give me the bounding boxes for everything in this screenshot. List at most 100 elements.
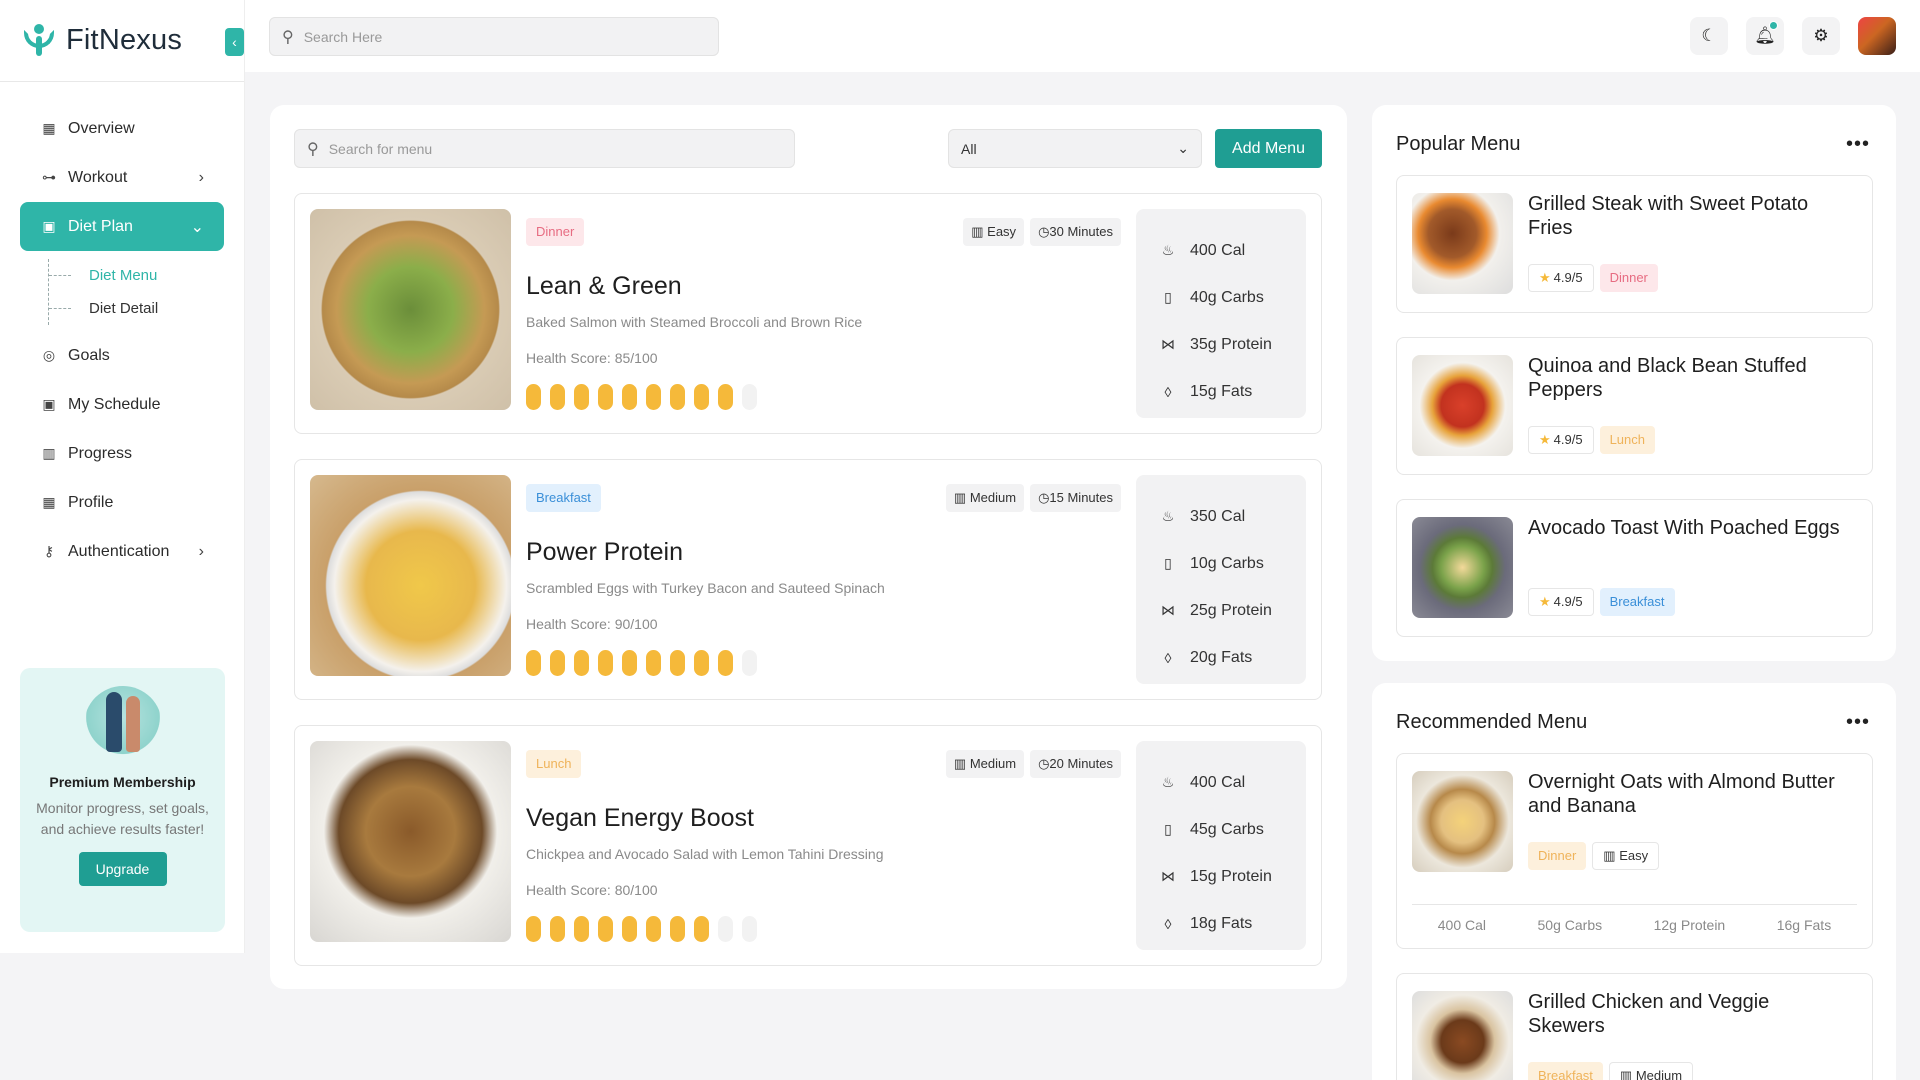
calories-value: 400 Cal [1437,917,1487,933]
meal-filter-select[interactable]: All ⌄ [948,129,1202,168]
avatar[interactable] [1858,17,1896,55]
popular-item[interactable]: Quinoa and Black Bean Stuffed Peppers ★ 4… [1396,337,1873,475]
star-icon: ★ [1539,270,1551,285]
fats-value: 18g Fats [1190,914,1253,932]
time-label: 20 Minutes [1049,756,1113,771]
score-pill [574,916,589,942]
score-pill [694,650,709,676]
fish-icon: ⋈ [1161,868,1175,884]
menu-search-input[interactable]: ⚲ Search for menu [294,129,795,168]
score-pill [718,916,733,942]
calendar-icon: ▣ [42,396,56,412]
upgrade-button[interactable]: Upgrade [78,852,167,886]
score-pill [646,916,661,942]
calories-row: ♨ 400 Cal [1160,227,1306,274]
carbs-value: 50g Carbs [1537,917,1603,933]
difficulty-label: Easy [987,224,1017,239]
app-name: FitNexus [66,24,183,56]
protein-row: ⋈ 25g Protein [1160,587,1306,634]
score-pill [718,650,733,676]
score-pill [646,650,661,676]
carbs-value: 40g Carbs [1190,288,1264,306]
sidebar-item-goals[interactable]: ◎ Goals [20,331,224,380]
sidebar-subitem-diet-detail[interactable]: Diet Detail [49,292,224,325]
time-chip: ◷15 Minutes [1030,484,1121,512]
meal-title: Vegan Energy Boost [526,804,754,832]
notifications-button[interactable]: 🔔︎ [1746,17,1784,55]
meal-tag: Breakfast [1599,588,1675,616]
sidebar-item-diet-plan[interactable]: ▣ Diet Plan ⌄ [20,202,224,251]
sidebar-item-overview[interactable]: ▦ Overview [20,104,224,153]
food-image [1412,771,1513,872]
meal-tag: Dinner [1528,842,1587,870]
settings-button[interactable]: ⚙ [1802,17,1840,55]
food-name: Quinoa and Black Bean Stuffed Peppers [1528,355,1807,401]
add-menu-button[interactable]: Add Menu [1215,129,1322,168]
grid-icon: ▦ [42,494,56,510]
sidebar-item-workout[interactable]: ⊶ Workout › [20,153,224,202]
sidebar-nav: ▦ Overview ⊶ Workout › ▣ Diet Plan ⌄ Die… [0,82,244,576]
premium-promo-card: Premium Membership Monitor progress, set… [20,668,225,932]
meal-tag: Dinner [526,218,585,246]
top-bar: ⚲ Search Here ☾ 🔔︎ ⚙ [245,0,1920,72]
popular-item[interactable]: Grilled Steak with Sweet Potato Fries ★ 4… [1396,175,1873,313]
difficulty-label: Medium [969,756,1017,771]
more-options-icon[interactable]: ••• [1846,133,1870,156]
drop-icon: ◊ [1164,649,1172,666]
score-pill [622,384,637,410]
recommended-item[interactable]: Overnight Oats with Almond Butter and Ba… [1396,753,1873,949]
food-image [1412,193,1513,294]
difficulty-label: Medium [969,490,1017,505]
meal-tag: Lunch [526,750,582,778]
section-title: Popular Menu [1396,133,1521,155]
clock-icon: ◷ [1038,756,1050,771]
nutrition-summary: 400 Cal 50g Carbs 12g Protein 16g Fats [1412,904,1857,933]
fish-icon: ⋈ [1161,602,1175,618]
protein-value: 15g Protein [1190,867,1272,885]
global-search-input[interactable]: ⚲ Search Here [269,17,719,56]
fats-row: ◊ 15g Fats [1160,368,1306,415]
score-pill [598,916,613,942]
meal-image [310,741,511,942]
difficulty-label: Easy [1619,848,1649,863]
dark-mode-toggle[interactable]: ☾ [1690,17,1728,55]
sidebar: FitNexus ‹ ▦ Overview ⊶ Workout › ▣ Diet… [0,0,245,953]
sidebar-item-progress[interactable]: ▥ Progress [20,429,224,478]
score-pill [718,384,733,410]
rating-badge: ★ 4.9/5 [1528,426,1594,454]
difficulty-chip: ▥ Medium [945,750,1025,778]
sidebar-item-label: Overview [68,119,135,137]
meal-tag: Lunch [1599,426,1655,454]
meal-card[interactable]: Dinner ▥ Easy ◷30 Minutes Lean & Green B… [294,193,1322,434]
carbs-value: 10g Carbs [1190,554,1264,572]
key-icon: ⚷ [43,543,55,559]
score-pill [670,384,685,410]
diet-plan-submenu: Diet Menu Diet Detail [48,259,224,325]
brand: FitNexus ‹ [0,0,244,82]
search-placeholder: Search for menu [328,140,433,157]
diet-menu-card: ⚲ Search for menu All ⌄ Add Menu Dinner … [270,105,1347,989]
time-label: 30 Minutes [1049,224,1113,239]
popular-item[interactable]: Avocado Toast With Poached Eggs ★ 4.9/5 B… [1396,499,1873,637]
sidebar-item-profile[interactable]: ▦ Profile [20,478,224,527]
health-score-bar [526,916,757,942]
meal-card[interactable]: Breakfast ▥ Medium ◷15 Minutes Power Pro… [294,459,1322,700]
recommended-item[interactable]: Grilled Chicken and Veggie Skewers Break… [1396,973,1873,1080]
target-icon: ◎ [42,347,56,363]
protein-row: ⋈ 35g Protein [1160,321,1306,368]
nutrition-panel: ♨ 350 Cal ▯ 10g Carbs ⋈ 25g Protein ◊ 20g Fa… [1136,475,1306,684]
logo-icon [20,22,58,60]
sidebar-item-authentication[interactable]: ⚷ Authentication › [20,527,224,576]
collapse-sidebar-button[interactable]: ‹ [225,28,244,56]
sidebar-item-my-schedule[interactable]: ▣ My Schedule [20,380,224,429]
chevron-right-icon: › [198,542,204,560]
meal-description: Chickpea and Avocado Salad with Lemon Ta… [526,846,884,862]
more-options-icon[interactable]: ••• [1846,711,1870,734]
meal-card[interactable]: Lunch ▥ Medium ◷20 Minutes Vegan Energy … [294,725,1322,966]
carbs-row: ▯ 40g Carbs [1160,274,1306,321]
difficulty-chip: ▥ Medium [945,484,1025,512]
clock-icon: ◷ [1038,224,1050,239]
sidebar-subitem-diet-menu[interactable]: Diet Menu [49,259,224,292]
score-pill [526,384,541,410]
promo-text: Monitor progress, set goals, and achieve… [36,800,209,837]
